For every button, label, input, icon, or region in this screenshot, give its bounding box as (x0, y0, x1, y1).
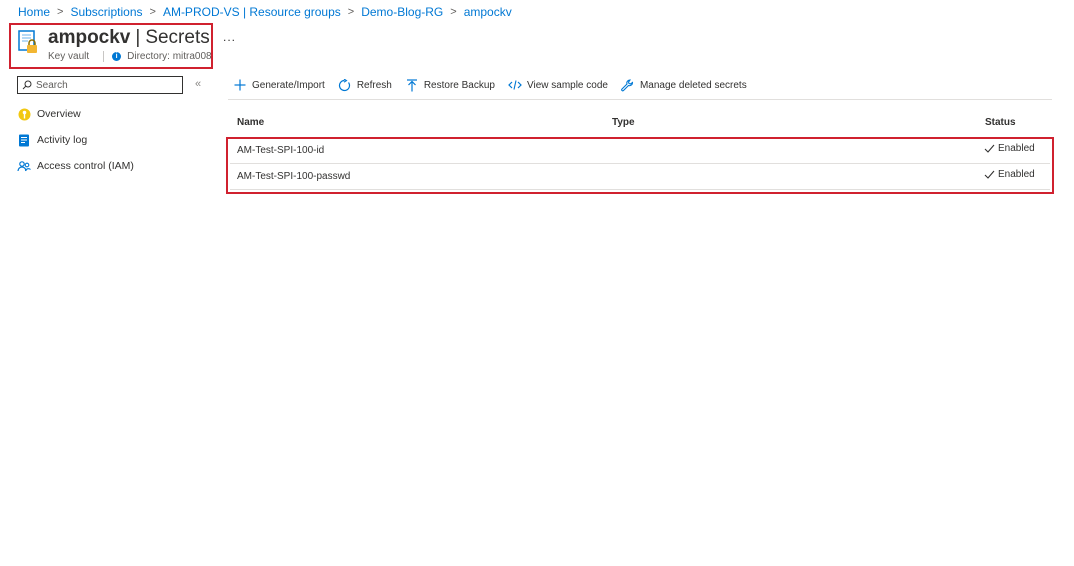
breadcrumb-home[interactable]: Home (18, 5, 50, 19)
sidebar-item-access-control[interactable]: Access control (IAM) (17, 157, 134, 175)
chevron-right-icon: > (347, 6, 355, 18)
info-icon: i (112, 52, 122, 61)
plus-icon (233, 78, 247, 92)
generate-import-button[interactable]: Generate/Import (233, 78, 325, 92)
activity-log-icon (17, 133, 31, 147)
more-options-button[interactable]: ... (223, 30, 236, 44)
sidebar-item-label: Access control (IAM) (37, 160, 134, 172)
key-vault-icon (18, 30, 40, 58)
sidebar-item-label: Activity log (37, 134, 88, 146)
collapse-sidebar-button[interactable]: « (195, 78, 201, 90)
sidebar-item-activity-log[interactable]: Activity log (17, 131, 87, 149)
refresh-icon (338, 78, 352, 92)
wrench-icon (621, 78, 635, 92)
refresh-label: Refresh (356, 79, 392, 91)
column-header-type[interactable]: Type (612, 117, 635, 128)
upload-arrow-icon (405, 78, 419, 92)
refresh-button[interactable]: Refresh (338, 78, 392, 92)
code-icon (508, 78, 522, 92)
manage-deleted-secrets-button[interactable]: Manage deleted secrets (621, 78, 747, 92)
sidebar-search[interactable] (17, 76, 183, 94)
column-header-name[interactable]: Name (237, 117, 264, 128)
restore-backup-label: Restore Backup (423, 79, 495, 91)
column-header-status[interactable]: Status (985, 117, 1016, 128)
breadcrumb: Home > Subscriptions > AM-PROD-VS | Reso… (18, 4, 512, 20)
rows-highlight-box (226, 137, 1054, 194)
overview-key-icon (17, 107, 31, 121)
breadcrumb-key-vault[interactable]: ampockv (464, 5, 512, 19)
sidebar-item-label: Overview (37, 108, 81, 120)
breadcrumb-resource-group[interactable]: Demo-Blog-RG (361, 5, 443, 19)
view-sample-code-label: View sample code (526, 79, 608, 91)
page-subtitle: Key vault i Directory: mitra008 (48, 51, 212, 62)
page-title: ampockv | Secrets (48, 27, 210, 49)
view-sample-code-button[interactable]: View sample code (508, 78, 608, 92)
resource-name: ampockv (48, 27, 131, 48)
sidebar-item-overview[interactable]: Overview (17, 105, 81, 123)
search-input[interactable] (36, 79, 176, 91)
chevron-right-icon: > (149, 6, 156, 18)
command-bar: Generate/Import Refresh Restore Backup V… (233, 77, 760, 93)
directory-label: Directory: mitra008 (127, 51, 212, 62)
divider (228, 99, 1052, 100)
breadcrumb-subscriptions[interactable]: Subscriptions (70, 5, 142, 19)
resource-type: Key vault (48, 51, 90, 62)
breadcrumb-resource-groups[interactable]: AM-PROD-VS | Resource groups (163, 5, 341, 19)
search-icon (22, 80, 32, 90)
chevron-right-icon: > (57, 6, 64, 18)
manage-deleted-secrets-label: Manage deleted secrets (639, 79, 747, 91)
people-icon (17, 159, 31, 173)
divider (103, 51, 105, 62)
generate-import-label: Generate/Import (252, 79, 325, 91)
page-name: Secrets (145, 27, 210, 48)
title-separator: | (135, 27, 141, 48)
chevron-right-icon: > (450, 6, 457, 18)
restore-backup-button[interactable]: Restore Backup (405, 78, 495, 92)
